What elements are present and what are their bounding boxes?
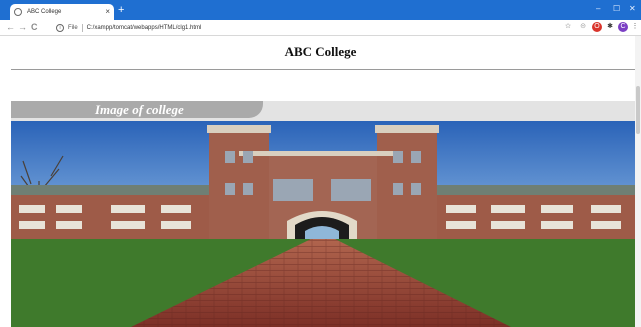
divider xyxy=(11,69,635,70)
minimize-button[interactable]: – xyxy=(596,4,600,14)
bookmark-star-icon[interactable]: ☆ xyxy=(563,22,573,32)
forward-button[interactable]: → xyxy=(18,22,27,33)
window-close-button[interactable]: ✕ xyxy=(629,4,636,14)
college-photo xyxy=(11,121,635,327)
new-tab-button[interactable]: + xyxy=(118,5,124,16)
college-building-image xyxy=(11,121,635,327)
tab-abc-college[interactable]: ABC College × xyxy=(10,4,114,20)
profile-avatar[interactable]: C xyxy=(618,22,628,32)
page-scrollbar[interactable] xyxy=(635,36,641,327)
restore-button[interactable]: ☐ xyxy=(613,4,620,14)
browser-toolbar: ← → C i File C:/xampp/tomcat/webapps/HTM… xyxy=(0,20,641,36)
extension-icon[interactable]: ⊝ xyxy=(578,22,588,32)
url-text[interactable]: C:/xampp/tomcat/webapps/HTML/clg1.html xyxy=(87,25,202,31)
page-title: ABC College xyxy=(284,44,357,59)
address-separator xyxy=(81,24,83,32)
adblock-extension-icon[interactable]: O xyxy=(592,22,602,32)
info-icon[interactable]: i xyxy=(56,24,64,32)
section-heading: Image of college xyxy=(95,102,184,117)
browser-titlebar: ABC College × + – ☐ ✕ xyxy=(0,0,641,20)
url-scheme: File xyxy=(68,25,78,31)
reload-button[interactable]: C xyxy=(31,22,38,33)
puzzle-extension-icon[interactable]: ✱ xyxy=(605,22,615,32)
back-button[interactable]: ← xyxy=(6,22,15,33)
globe-icon xyxy=(14,8,22,16)
menu-icon[interactable]: ⋮ xyxy=(630,22,640,32)
address-bar[interactable]: i File C:/xampp/tomcat/webapps/HTML/clg1… xyxy=(56,22,556,34)
scrollbar-thumb[interactable] xyxy=(636,86,640,134)
tab-title: ABC College xyxy=(27,9,62,15)
tab-close-icon[interactable]: × xyxy=(105,8,110,16)
